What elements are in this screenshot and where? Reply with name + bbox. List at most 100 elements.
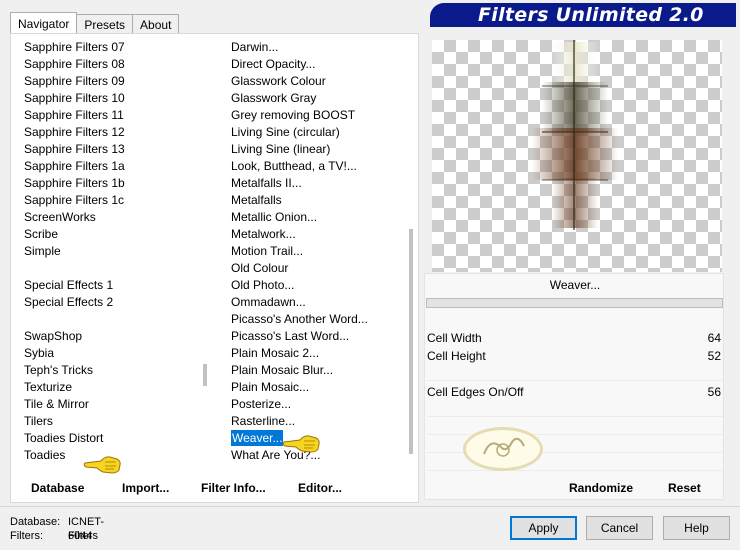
list-item[interactable]: Sybia bbox=[24, 345, 204, 362]
list-item[interactable]: Metalfalls bbox=[231, 192, 411, 209]
list-item-label: Teph's Tricks bbox=[24, 363, 93, 377]
current-filter-name: Weaver... bbox=[549, 278, 601, 292]
list-item[interactable]: Sapphire Filters 10 bbox=[24, 90, 204, 107]
list-item[interactable]: Picasso's Last Word... bbox=[231, 328, 411, 345]
list-item[interactable]: Posterize... bbox=[231, 396, 411, 413]
reset-button[interactable]: Reset bbox=[668, 481, 701, 495]
list-item[interactable]: Special Effects 2 bbox=[24, 294, 204, 311]
list-item[interactable]: Sapphire Filters 1b bbox=[24, 175, 204, 192]
list-item-label: Sapphire Filters 11 bbox=[24, 108, 124, 122]
filter-list[interactable]: Darwin... Direct Opacity... Glasswork Colo… bbox=[231, 39, 411, 464]
list-item[interactable]: Glasswork Gray bbox=[231, 90, 411, 107]
list-item[interactable]: Sapphire Filters 12 bbox=[24, 124, 204, 141]
list-item[interactable]: Picasso's Another Word... bbox=[231, 311, 411, 328]
apply-button[interactable]: Apply bbox=[510, 516, 577, 540]
list-item[interactable]: Darwin... bbox=[231, 39, 411, 56]
list-item[interactable]: Grey removing BOOST bbox=[231, 107, 411, 124]
list-item[interactable]: Old Photo... bbox=[231, 277, 411, 294]
list-item-label: Old Photo... bbox=[231, 278, 295, 292]
list-item-label: Metalfalls bbox=[231, 193, 282, 207]
param-slider-empty[interactable] bbox=[427, 401, 723, 417]
list-item[interactable]: Living Sine (circular) bbox=[231, 124, 411, 141]
tab-navigator[interactable]: Navigator bbox=[10, 12, 78, 34]
list-item[interactable]: Plain Mosaic... bbox=[231, 379, 411, 396]
list-item[interactable]: Look, Butthead, a TV!... bbox=[231, 158, 411, 175]
list-item[interactable]: Sapphire Filters 11 bbox=[24, 107, 204, 124]
param-cell-edges[interactable]: Cell Edges On/Off 56 bbox=[427, 383, 723, 401]
list-item-label: Special Effects 1 bbox=[24, 278, 114, 292]
filter-preview-image bbox=[432, 40, 722, 272]
list-item[interactable]: Sapphire Filters 09 bbox=[24, 73, 204, 90]
list-item[interactable]: Sapphire Filters 1a bbox=[24, 158, 204, 175]
list-item-label: Simple bbox=[24, 244, 61, 258]
list-item[interactable]: Tile & Mirror bbox=[24, 396, 204, 413]
param-slider-empty[interactable] bbox=[427, 365, 723, 381]
list-item-label: Motion Trail... bbox=[231, 244, 304, 258]
list-item[interactable]: Direct Opacity... bbox=[231, 56, 411, 73]
help-button[interactable]: Help bbox=[663, 516, 730, 540]
list-item[interactable]: Metallic Onion... bbox=[231, 209, 411, 226]
list-item-label: Scribe bbox=[24, 227, 59, 241]
list-item[interactable]: ScreenWorks bbox=[24, 209, 204, 226]
list-item[interactable]: Sapphire Filters 08 bbox=[24, 56, 204, 73]
list-item-label: Metallic Onion... bbox=[231, 210, 318, 224]
list-item-label: Sybia bbox=[24, 346, 55, 360]
database-label: Database: bbox=[10, 516, 61, 528]
pointing-hand-icon bbox=[282, 435, 320, 453]
filters-count: 6044 bbox=[68, 530, 93, 542]
list-item-label: Living Sine (circular) bbox=[231, 125, 340, 139]
list-item[interactable]: Sapphire Filters 07 bbox=[24, 39, 204, 56]
list-item[interactable]: Tilers bbox=[24, 413, 204, 430]
editor-button[interactable]: Editor... bbox=[298, 481, 342, 495]
list-item[interactable]: Teph's Tricks bbox=[24, 362, 204, 379]
list-item-label: SwapShop bbox=[24, 329, 83, 343]
list-item[interactable]: Toadies Distort bbox=[24, 430, 204, 447]
list-item[interactable]: Texturize bbox=[24, 379, 204, 396]
list-item-label: Posterize... bbox=[231, 397, 292, 411]
list-item-label: Toadies bbox=[24, 448, 66, 462]
category-scrollbar-thumb[interactable] bbox=[203, 364, 207, 386]
list-item-label: Sapphire Filters 1c bbox=[24, 193, 125, 207]
list-item-label: Glasswork Colour bbox=[231, 74, 326, 88]
category-list[interactable]: Sapphire Filters 07 Sapphire Filters 08 Sa… bbox=[24, 39, 204, 464]
list-item[interactable]: Ommadawn... bbox=[231, 294, 411, 311]
list-item[interactable]: SwapShop bbox=[24, 328, 204, 345]
navigator-pane: Sapphire Filters 07 Sapphire Filters 08 Sa… bbox=[10, 33, 419, 503]
list-item[interactable]: Rasterline... bbox=[231, 413, 411, 430]
list-item[interactable]: Motion Trail... bbox=[231, 243, 411, 260]
separator bbox=[0, 506, 740, 507]
database-info: Database: ICNET-Filters bbox=[10, 515, 104, 542]
list-item-label: Weaver... bbox=[231, 430, 284, 446]
list-item[interactable]: Special Effects 1 bbox=[24, 277, 204, 294]
list-item-label: ScreenWorks bbox=[24, 210, 96, 224]
list-item[interactable]: Scribe bbox=[24, 226, 204, 243]
list-item-label: Toadies Distort bbox=[24, 431, 104, 445]
list-item[interactable]: Plain Mosaic Blur... bbox=[231, 362, 411, 379]
database-button[interactable]: Database bbox=[31, 481, 84, 495]
param-value: 52 bbox=[707, 349, 721, 363]
tab-about[interactable]: About bbox=[132, 14, 180, 34]
list-item[interactable]: Metalfalls II... bbox=[231, 175, 411, 192]
list-item-label: Metalwork... bbox=[231, 227, 296, 241]
tab-strip: Navigator Presets About bbox=[10, 12, 180, 34]
tab-presets[interactable]: Presets bbox=[76, 14, 134, 34]
list-item[interactable]: Metalwork... bbox=[231, 226, 411, 243]
list-item[interactable]: Sapphire Filters 1c bbox=[24, 192, 204, 209]
list-item[interactable]: Sapphire Filters 13 bbox=[24, 141, 204, 158]
param-cell-width[interactable]: Cell Width 64 bbox=[427, 329, 723, 347]
param-cell-height[interactable]: Cell Height 52 bbox=[427, 347, 723, 365]
list-item[interactable]: Glasswork Colour bbox=[231, 73, 411, 90]
list-item[interactable]: Plain Mosaic 2... bbox=[231, 345, 411, 362]
filters-count-info: Filters: 6044 bbox=[10, 529, 92, 543]
randomize-button[interactable]: Randomize bbox=[569, 481, 633, 495]
filter-scrollbar-thumb[interactable] bbox=[409, 229, 413, 454]
import-button[interactable]: Import... bbox=[122, 481, 169, 495]
list-item[interactable]: Old Colour bbox=[231, 260, 411, 277]
list-item-label: Picasso's Last Word... bbox=[231, 329, 350, 343]
list-item-label: Sapphire Filters 12 bbox=[24, 125, 125, 139]
list-item[interactable]: Living Sine (linear) bbox=[231, 141, 411, 158]
filter-info-button[interactable]: Filter Info... bbox=[201, 481, 266, 495]
cancel-button[interactable]: Cancel bbox=[586, 516, 653, 540]
filters-label: Filters: bbox=[10, 530, 43, 542]
list-item[interactable]: Simple bbox=[24, 243, 204, 260]
